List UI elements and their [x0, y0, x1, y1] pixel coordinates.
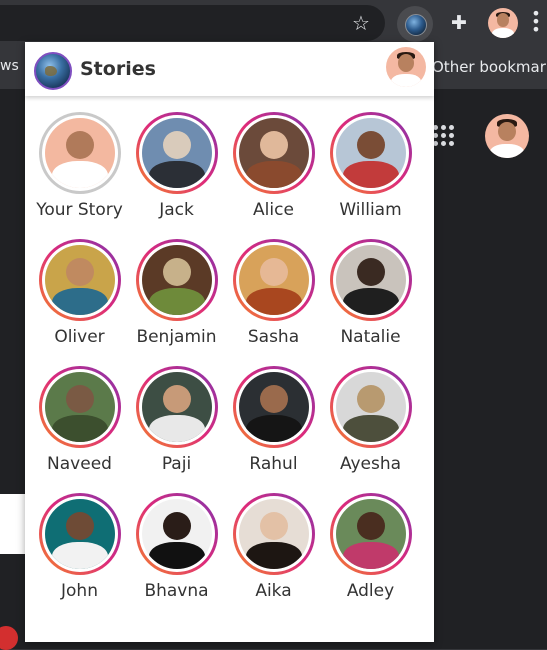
popup-title: Stories: [80, 58, 156, 80]
other-bookmarks[interactable]: Other bookmark: [432, 58, 547, 76]
star-icon[interactable]: ☆: [350, 12, 372, 34]
story-ring-inner: [235, 115, 312, 191]
story-name: Aika: [255, 581, 292, 601]
story-item[interactable]: John: [31, 493, 128, 620]
more-vert-icon[interactable]: • • •: [530, 6, 542, 38]
story-ring: [38, 239, 121, 321]
globe-logo-icon: [34, 52, 72, 90]
story-ring-inner: [332, 242, 409, 318]
story-name: Alice: [253, 200, 294, 220]
story-ring-inner: [332, 369, 409, 445]
story-ring-inner: [41, 496, 118, 572]
story-ring-inner: [41, 369, 118, 445]
story-name: Sasha: [247, 327, 300, 347]
story-item[interactable]: Adley: [322, 493, 419, 620]
stories-extension-button[interactable]: [397, 6, 433, 42]
story-item[interactable]: Jack: [128, 112, 225, 239]
story-name: Bhavna: [144, 581, 209, 601]
story-avatar: [335, 372, 406, 442]
popup-header: Stories: [25, 42, 434, 96]
page-card-fragment: [0, 494, 25, 554]
story-avatar: [335, 499, 406, 569]
story-name: Rahul: [249, 454, 298, 474]
page-profile-avatar[interactable]: [485, 114, 529, 158]
story-item[interactable]: Sasha: [225, 239, 322, 366]
story-ring: [135, 493, 218, 575]
story-avatar: [44, 372, 115, 442]
story-avatar: [238, 499, 309, 569]
story-ring: [135, 112, 218, 194]
story-item[interactable]: Benjamin: [128, 239, 225, 366]
story-item[interactable]: Naveed: [31, 366, 128, 493]
story-ring: [232, 493, 315, 575]
story-item[interactable]: Alice: [225, 112, 322, 239]
story-name: Ayesha: [339, 454, 402, 474]
story-ring: [329, 112, 412, 194]
story-item[interactable]: William: [322, 112, 419, 239]
story-ring-inner: [41, 242, 118, 318]
globe-icon: [405, 14, 427, 36]
stories-grid: Your Story Jack Alice William Oliver Benjamin…: [25, 112, 440, 620]
story-ring-inner: [332, 115, 409, 191]
story-ring: [329, 366, 412, 448]
story-avatar: [238, 118, 309, 188]
story-item[interactable]: Oliver: [31, 239, 128, 366]
address-bar[interactable]: [0, 5, 385, 41]
header-avatar[interactable]: [386, 47, 426, 87]
story-avatar: [141, 499, 212, 569]
story-avatar: [238, 245, 309, 315]
story-avatar: [335, 245, 406, 315]
profile-avatar[interactable]: [488, 8, 518, 38]
story-ring: [232, 239, 315, 321]
story-avatar: [44, 499, 115, 569]
story-ring: [135, 366, 218, 448]
stories-popup: Stories Your Story Jack Alice William Oliver…: [25, 42, 434, 642]
story-ring: [38, 366, 121, 448]
story-name: Naveed: [47, 454, 112, 474]
story-item[interactable]: Rahul: [225, 366, 322, 493]
your-story-item[interactable]: Your Story: [31, 112, 128, 239]
story-ring: [135, 239, 218, 321]
story-name: Paji: [161, 454, 192, 474]
story-name: John: [61, 581, 98, 601]
story-ring-inner: [235, 242, 312, 318]
puzzle-icon[interactable]: ✚: [446, 11, 472, 35]
story-ring: [38, 112, 121, 194]
story-ring: [232, 112, 315, 194]
story-item[interactable]: Bhavna: [128, 493, 225, 620]
story-ring-inner: [138, 369, 215, 445]
story-name: Benjamin: [136, 327, 217, 347]
story-avatar: [44, 118, 115, 188]
story-avatar: [141, 245, 212, 315]
story-item[interactable]: Natalie: [322, 239, 419, 366]
story-name: Oliver: [54, 327, 105, 347]
story-ring-inner: [41, 115, 118, 191]
story-avatar: [141, 118, 212, 188]
story-name: Jack: [159, 200, 194, 220]
story-ring-inner: [138, 242, 215, 318]
story-name: Natalie: [340, 327, 401, 347]
bookmark-item[interactable]: ws: [0, 58, 19, 74]
story-name: William: [339, 200, 402, 220]
story-ring: [232, 366, 315, 448]
story-ring-inner: [138, 496, 215, 572]
story-ring: [38, 493, 121, 575]
story-avatar: [335, 118, 406, 188]
story-avatar: [141, 372, 212, 442]
story-ring: [329, 493, 412, 575]
story-item[interactable]: Aika: [225, 493, 322, 620]
story-avatar: [44, 245, 115, 315]
story-ring: [329, 239, 412, 321]
story-ring-inner: [332, 496, 409, 572]
story-avatar: [238, 372, 309, 442]
browser-toolbar: ☆ ✚ • • •: [0, 0, 547, 45]
story-item[interactable]: Ayesha: [322, 366, 419, 493]
story-name: Adley: [346, 581, 395, 601]
story-item[interactable]: Paji: [128, 366, 225, 493]
story-name: Your Story: [36, 200, 123, 220]
story-ring-inner: [138, 115, 215, 191]
story-ring-inner: [235, 369, 312, 445]
story-ring-inner: [235, 496, 312, 572]
